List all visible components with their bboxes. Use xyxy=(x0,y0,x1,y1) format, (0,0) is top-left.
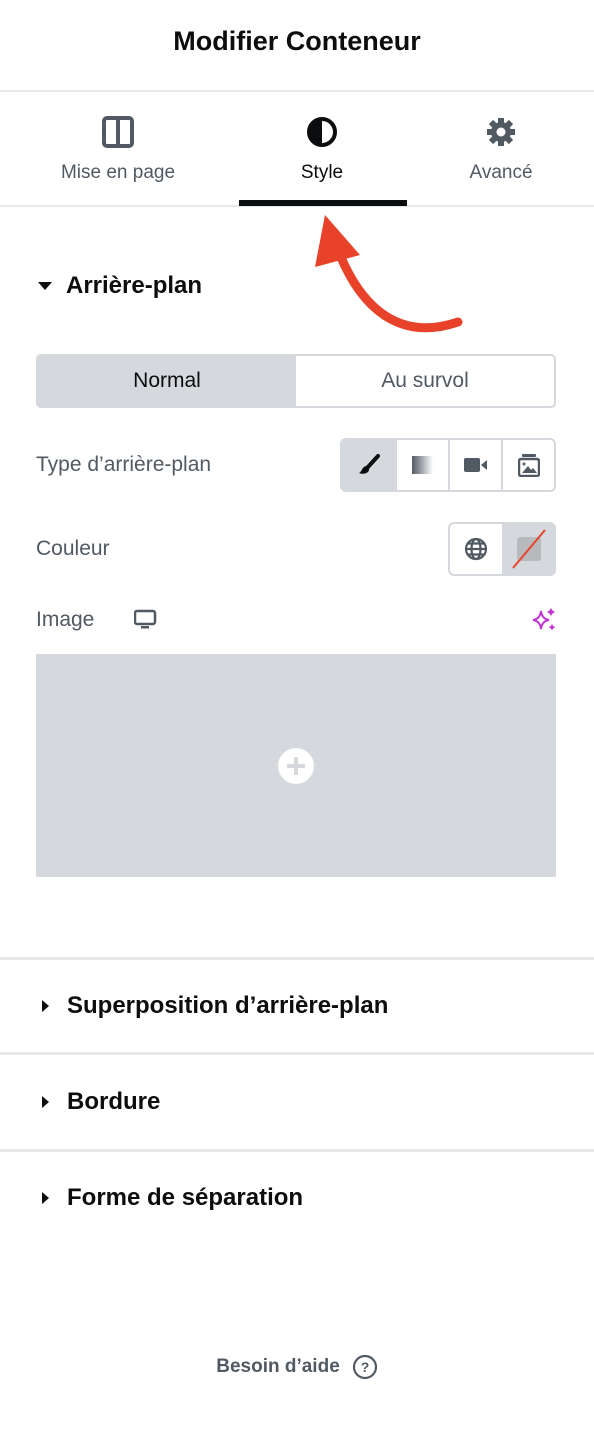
image-upload-area[interactable] xyxy=(36,654,556,877)
brush-icon[interactable] xyxy=(342,440,395,490)
plus-icon xyxy=(278,747,314,784)
tab-style[interactable]: Style xyxy=(238,112,406,184)
section-title: Forme de séparation xyxy=(67,1184,304,1211)
divider xyxy=(0,1052,594,1055)
color-swatch-empty[interactable] xyxy=(501,524,554,574)
tab-label: Mise en page xyxy=(60,162,176,183)
red-arrow-annotation xyxy=(315,215,463,333)
color-label: Couleur xyxy=(36,537,110,560)
caret-right-icon xyxy=(42,1096,49,1108)
slideshow-icon[interactable] xyxy=(501,440,554,490)
columns-icon xyxy=(34,112,202,152)
divider xyxy=(0,1149,594,1152)
contrast-icon xyxy=(238,112,406,152)
caret-right-icon xyxy=(42,1192,49,1204)
section-title: Superposition d’arrière-plan xyxy=(67,992,389,1019)
state-switcher: Normal Au survol xyxy=(36,354,556,408)
image-label: Image xyxy=(36,608,95,631)
ai-sparkle-icon[interactable] xyxy=(531,607,557,633)
tab-advanced[interactable]: Avancé xyxy=(417,112,585,184)
gear-icon xyxy=(417,112,585,152)
section-border-header[interactable]: Bordure xyxy=(38,1088,160,1116)
state-hover[interactable]: Au survol xyxy=(296,356,554,406)
section-shape-divider-header[interactable]: Forme de séparation xyxy=(38,1184,303,1212)
active-tab-indicator xyxy=(239,200,407,206)
gradient-icon[interactable] xyxy=(395,440,448,490)
panel-title: Modifier Conteneur xyxy=(173,26,421,56)
tab-layout[interactable]: Mise en page xyxy=(34,112,202,184)
caret-down-icon xyxy=(38,282,52,290)
section-title: Bordure xyxy=(67,1088,161,1115)
section-overlay-header[interactable]: Superposition d’arrière-plan xyxy=(38,992,388,1020)
caret-right-icon xyxy=(42,1000,49,1012)
section-background-header[interactable]: Arrière-plan xyxy=(38,272,202,300)
help-link[interactable]: Besoin d’aide ? xyxy=(0,1354,594,1380)
tab-label: Style xyxy=(300,162,344,183)
tab-label: Avancé xyxy=(469,162,533,183)
divider xyxy=(0,90,594,92)
question-icon: ? xyxy=(352,1354,377,1380)
help-label: Besoin d’aide xyxy=(216,1356,340,1377)
background-type-label: Type d’arrière-plan xyxy=(36,453,212,476)
svg-text:?: ? xyxy=(360,1359,369,1375)
color-control xyxy=(448,522,556,576)
video-icon[interactable] xyxy=(448,440,501,490)
background-type-group xyxy=(340,438,556,492)
section-title: Arrière-plan xyxy=(66,272,203,299)
globe-icon[interactable] xyxy=(450,524,502,574)
divider xyxy=(0,957,594,960)
state-normal[interactable]: Normal xyxy=(38,356,296,406)
desktop-icon[interactable] xyxy=(134,609,158,631)
